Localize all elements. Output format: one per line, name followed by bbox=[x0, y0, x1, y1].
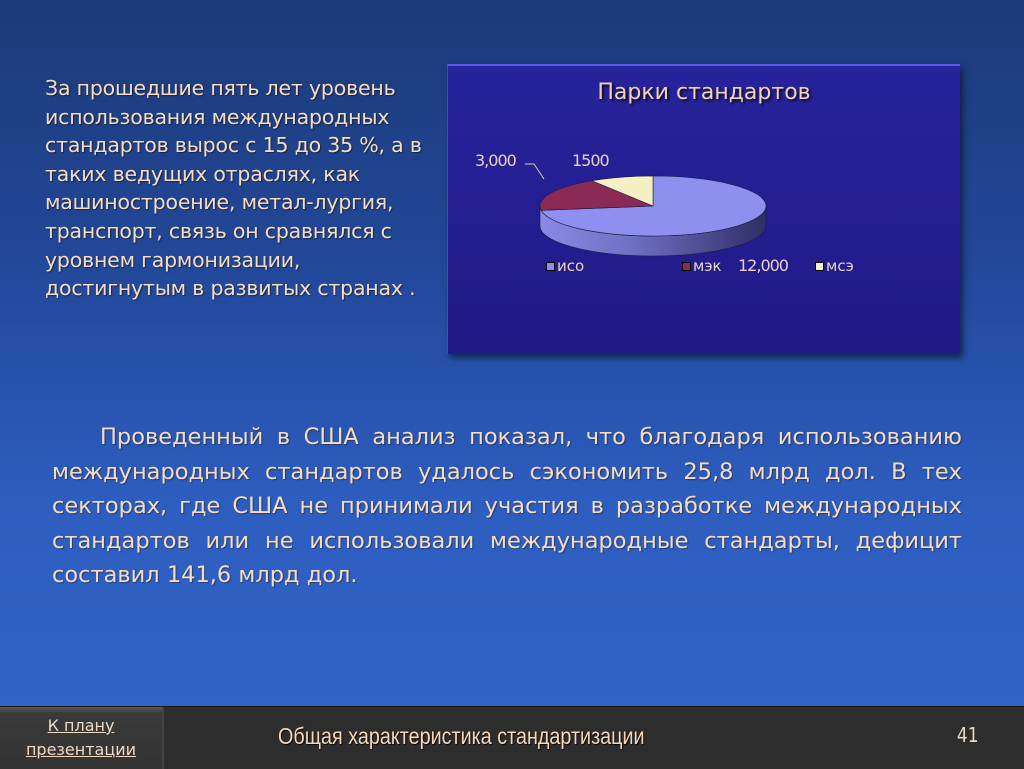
legend-item-mek: мэк bbox=[682, 257, 722, 275]
legend-label-iso: исо bbox=[557, 257, 585, 275]
data-label-mek: 3,000 bbox=[475, 151, 517, 170]
leader-line-mek bbox=[525, 163, 545, 180]
legend-item-iso: исо bbox=[546, 257, 584, 275]
plan-button-line1[interactable]: К плану bbox=[48, 714, 115, 738]
legend-label-mse: мсэ bbox=[826, 257, 854, 275]
legend-swatch-mse bbox=[815, 261, 824, 271]
body-paragraph: Проведенный в США анализ показал, что бл… bbox=[52, 424, 962, 588]
intro-paragraph: За прошедшие пять лет уровень использова… bbox=[45, 76, 422, 301]
footer-bar: К плану презентации Общая характеристика… bbox=[0, 706, 1024, 769]
page-number: 41 bbox=[956, 723, 979, 747]
legend-swatch-mek bbox=[682, 261, 691, 271]
pie-chart bbox=[525, 163, 767, 257]
plan-button-line2[interactable]: презентации bbox=[26, 738, 136, 762]
legend-item-mse: мсэ bbox=[815, 257, 854, 275]
footer-title: Общая характеристика стандартизации bbox=[278, 723, 645, 749]
data-label-iso: 12,000 bbox=[738, 256, 789, 275]
chart-title: Парки стандартов bbox=[597, 80, 811, 105]
legend-label-mek: мэк bbox=[693, 257, 722, 275]
back-to-plan-button[interactable]: К плану презентации bbox=[0, 707, 164, 769]
legend-swatch-iso bbox=[546, 261, 555, 271]
pie-chart-panel: Парки стандартов 3,000 1500 12,000 исо м… bbox=[447, 64, 960, 354]
data-label-mse: 1500 bbox=[572, 151, 610, 170]
